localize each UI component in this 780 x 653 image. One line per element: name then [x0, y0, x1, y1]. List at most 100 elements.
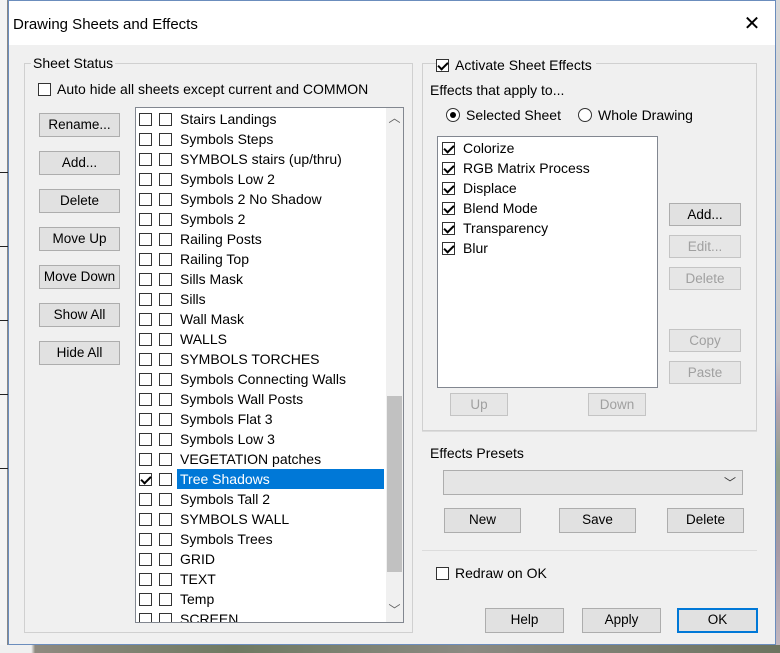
sheet-lock-checkbox[interactable] — [159, 192, 172, 206]
sheet-visible-checkbox[interactable] — [139, 592, 152, 606]
auto-hide-row[interactable]: Auto hide all sheets except current and … — [38, 81, 368, 97]
sheet-lock-checkbox[interactable] — [159, 512, 172, 526]
move-effect-down-button[interactable]: Down — [588, 393, 646, 416]
effect-row[interactable]: RGB Matrix Process — [442, 158, 590, 178]
sheet-visible-checkbox[interactable] — [139, 612, 152, 622]
sheet-row[interactable]: SYMBOLS TORCHES — [136, 349, 384, 369]
delete-sheet-button[interactable]: Delete — [39, 189, 120, 213]
help-button[interactable]: Help — [485, 608, 564, 633]
sheet-row[interactable]: Symbols Connecting Walls — [136, 369, 384, 389]
effect-enabled-checkbox[interactable] — [442, 161, 455, 175]
sheet-visible-checkbox[interactable] — [139, 332, 152, 346]
sheet-lock-checkbox[interactable] — [159, 132, 172, 146]
sheet-visible-checkbox[interactable] — [139, 312, 152, 326]
effect-row[interactable]: Displace — [442, 178, 517, 198]
scroll-up-icon[interactable]: ︿ — [386, 110, 403, 127]
effects-list[interactable]: Colorize RGB Matrix Process Displace Blend … — [437, 136, 658, 388]
sheet-row[interactable]: Symbols Low 2 — [136, 169, 384, 189]
sheet-row[interactable]: Railing Posts — [136, 229, 384, 249]
save-preset-button[interactable]: Save — [559, 508, 636, 533]
edit-effect-button[interactable]: Edit... — [669, 235, 741, 258]
sheet-row[interactable]: SYMBOLS stairs (up/thru) — [136, 149, 384, 169]
sheet-visible-checkbox[interactable] — [139, 232, 152, 246]
sheet-visible-checkbox[interactable] — [139, 372, 152, 386]
sheet-lock-checkbox[interactable] — [159, 472, 172, 486]
chevron-down-icon[interactable]: ﹀ — [724, 474, 736, 491]
sheet-visible-checkbox[interactable] — [139, 112, 152, 126]
scroll-down-icon[interactable]: ﹀ — [386, 602, 403, 619]
sheet-visible-checkbox[interactable] — [139, 392, 152, 406]
sheet-row[interactable]: Symbols Tall 2 — [136, 489, 384, 509]
sheet-visible-checkbox[interactable] — [139, 552, 152, 566]
sheet-row[interactable]: Symbols Steps — [136, 129, 384, 149]
sheet-visible-checkbox[interactable] — [139, 412, 152, 426]
sheet-lock-checkbox[interactable] — [159, 552, 172, 566]
sheet-row[interactable]: Railing Top — [136, 249, 384, 269]
sheet-lock-checkbox[interactable] — [159, 112, 172, 126]
sheet-lock-checkbox[interactable] — [159, 532, 172, 546]
sheet-lock-checkbox[interactable] — [159, 272, 172, 286]
paste-effect-button[interactable]: Paste — [669, 361, 741, 384]
whole-drawing-radio[interactable] — [578, 108, 592, 122]
sheet-lock-checkbox[interactable] — [159, 252, 172, 266]
sheet-lock-checkbox[interactable] — [159, 212, 172, 226]
sheet-row[interactable]: SYMBOLS WALL — [136, 509, 384, 529]
sheet-visible-checkbox[interactable] — [139, 292, 152, 306]
sheet-row[interactable]: Symbols Low 3 — [136, 429, 384, 449]
show-all-button[interactable]: Show All — [39, 303, 120, 327]
sheet-visible-checkbox[interactable] — [139, 452, 152, 466]
sheet-row[interactable]: GRID — [136, 549, 384, 569]
sheet-visible-checkbox[interactable] — [139, 532, 152, 546]
sheet-visible-checkbox[interactable] — [139, 172, 152, 186]
sheet-list-scrollbar[interactable]: ︿ ﹀ — [386, 108, 403, 622]
activate-effects-row[interactable]: Activate Sheet Effects — [436, 57, 596, 73]
presets-dropdown[interactable]: ﹀ — [443, 470, 743, 495]
sheet-visible-checkbox[interactable] — [139, 152, 152, 166]
sheet-visible-checkbox[interactable] — [139, 352, 152, 366]
apply-button[interactable]: Apply — [582, 608, 661, 633]
redraw-on-ok-checkbox[interactable] — [436, 566, 449, 580]
sheet-visible-checkbox[interactable] — [139, 252, 152, 266]
redraw-on-ok-row[interactable]: Redraw on OK — [436, 565, 547, 581]
sheet-lock-checkbox[interactable] — [159, 292, 172, 306]
sheet-row[interactable]: Sills Mask — [136, 269, 384, 289]
sheet-row[interactable]: Temp — [136, 589, 384, 609]
sheet-row[interactable]: Wall Mask — [136, 309, 384, 329]
sheet-lock-checkbox[interactable] — [159, 612, 172, 622]
sheet-visible-checkbox[interactable] — [139, 512, 152, 526]
sheet-lock-checkbox[interactable] — [159, 412, 172, 426]
sheet-row[interactable]: Symbols 2 — [136, 209, 384, 229]
sheet-row[interactable]: Symbols Flat 3 — [136, 409, 384, 429]
sheet-row[interactable]: WALLS — [136, 329, 384, 349]
sheet-visible-checkbox[interactable] — [139, 492, 152, 506]
sheet-lock-checkbox[interactable] — [159, 572, 172, 586]
ok-button[interactable]: OK — [677, 608, 758, 633]
move-up-button[interactable]: Move Up — [39, 227, 120, 251]
sheet-row[interactable]: Symbols Trees — [136, 529, 384, 549]
sheet-lock-checkbox[interactable] — [159, 232, 172, 246]
sheet-lock-checkbox[interactable] — [159, 492, 172, 506]
new-preset-button[interactable]: New — [444, 508, 521, 533]
sheet-row[interactable]: VEGETATION patches — [136, 449, 384, 469]
effect-enabled-checkbox[interactable] — [442, 201, 455, 215]
sheet-row[interactable]: TEXT — [136, 569, 384, 589]
delete-effect-button[interactable]: Delete — [669, 267, 741, 290]
scroll-thumb[interactable] — [387, 396, 402, 572]
copy-effect-button[interactable]: Copy — [669, 329, 741, 352]
sheet-lock-checkbox[interactable] — [159, 392, 172, 406]
activate-effects-checkbox[interactable] — [436, 58, 449, 72]
sheet-lock-checkbox[interactable] — [159, 152, 172, 166]
rename-button[interactable]: Rename... — [39, 113, 120, 137]
hide-all-button[interactable]: Hide All — [39, 341, 120, 365]
sheet-list[interactable]: SCREEN Temp TEXT GRID Symbols Trees SYMBOLS W… — [135, 107, 404, 623]
sheet-visible-checkbox[interactable] — [139, 272, 152, 286]
sheet-row[interactable]: Stairs Landings — [136, 109, 384, 129]
whole-drawing-option[interactable]: Whole Drawing — [578, 107, 693, 123]
sheet-visible-checkbox[interactable] — [139, 192, 152, 206]
sheet-lock-checkbox[interactable] — [159, 452, 172, 466]
selected-sheet-radio[interactable] — [446, 108, 460, 122]
effect-enabled-checkbox[interactable] — [442, 181, 455, 195]
effect-enabled-checkbox[interactable] — [442, 141, 455, 155]
sheet-lock-checkbox[interactable] — [159, 352, 172, 366]
sheet-visible-checkbox[interactable] — [139, 472, 152, 486]
